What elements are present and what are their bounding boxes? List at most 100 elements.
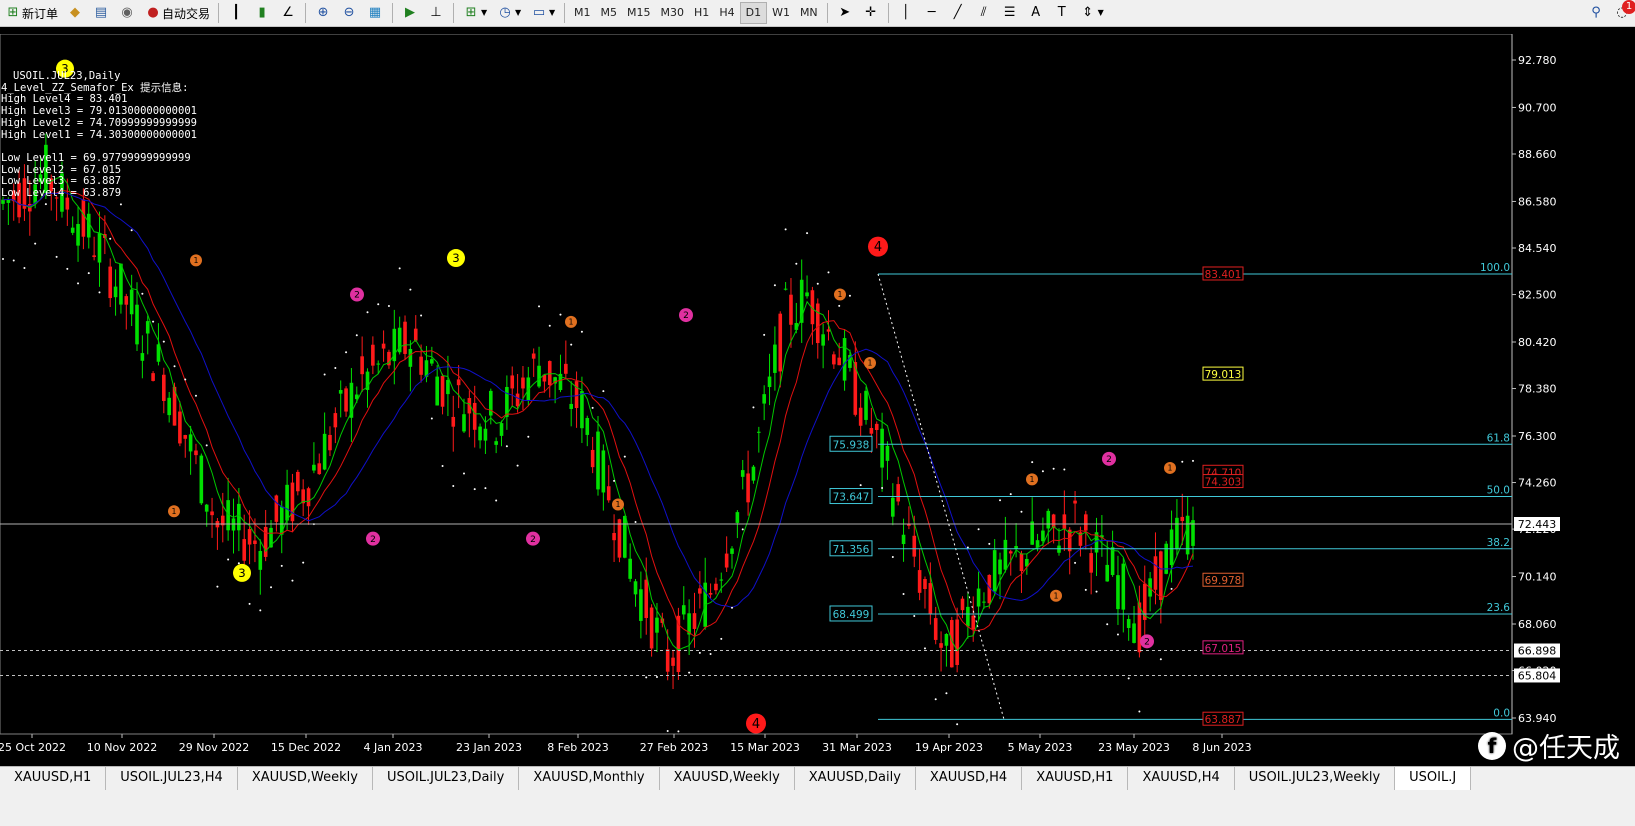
price-axis-label: 63.940 [1518, 712, 1557, 725]
candle-body [488, 390, 493, 416]
semafor-marker-label: 3 [238, 566, 245, 580]
candle-body [789, 294, 793, 325]
zoom-out-button[interactable]: ⊖ [337, 2, 361, 24]
fib-level-pct: 0.0 [1493, 707, 1510, 719]
horizontal-line-button[interactable]: ─ [920, 2, 944, 24]
tile-windows-button[interactable]: ▦ [363, 2, 387, 24]
chart-tab[interactable]: USOIL.J [1395, 767, 1472, 791]
vertical-line-button[interactable]: │ [894, 2, 918, 24]
price-chart[interactable]: 100.0 61.8 50.0 38.2 23.6 0.0 75.938 73.647 71.3… [0, 34, 1575, 768]
chart-tab[interactable]: XAUUSD,H1 [1022, 767, 1129, 791]
timeframe-m15[interactable]: M15 [622, 3, 656, 23]
candle-body [167, 397, 171, 416]
notifications-button[interactable]: ◌ 1 [1610, 0, 1635, 24]
candle-body [842, 338, 847, 381]
timeframe-m5[interactable]: M5 [596, 3, 623, 23]
crosshair-button[interactable]: ✛ [859, 2, 883, 24]
auto-scroll-button[interactable]: ▶ [398, 2, 422, 24]
sar-dot [152, 320, 155, 323]
crosshair-icon: ✛ [865, 5, 877, 20]
fibonacci-button[interactable]: ☰ [998, 2, 1022, 24]
new-order-button[interactable]: ⊞ 新订单 [1, 2, 61, 24]
equidistant-channel-button[interactable]: ⫽ [972, 2, 996, 24]
brand-logo-icon: f [1478, 731, 1506, 760]
candle-body [1121, 563, 1126, 610]
sar-dot [1095, 590, 1098, 593]
search-button[interactable]: ⚲ [1584, 2, 1608, 24]
chart-tab[interactable]: XAUUSD,H4 [1128, 767, 1235, 791]
candle-body [767, 376, 772, 388]
text-button[interactable]: A [1024, 2, 1048, 24]
sar-dot [302, 561, 305, 564]
candle-body [982, 601, 986, 603]
indicators-button[interactable]: ⊞ ▼ [459, 2, 491, 24]
timeframe-m1[interactable]: M1 [569, 3, 596, 23]
sar-dot [881, 487, 884, 490]
chart-tab[interactable]: XAUUSD,Weekly [660, 767, 795, 791]
sar-dot [795, 262, 798, 265]
sar-dot [130, 229, 133, 232]
sar-dot [527, 435, 530, 438]
candle-body [955, 619, 959, 665]
line-chart-button[interactable]: ∠ [276, 2, 300, 24]
timeframe-h4[interactable]: H4 [714, 3, 739, 23]
timeframe-w1[interactable]: W1 [767, 3, 795, 23]
cursor-button[interactable]: ➤ [833, 2, 857, 24]
semafor-price-label: 79.013 [1205, 369, 1242, 381]
candle-body [633, 581, 638, 595]
candle-chart-button[interactable]: ▮ [250, 2, 274, 24]
arrows-button[interactable]: ⇕ ▼ [1076, 2, 1108, 24]
bar-chart-button[interactable]: ┃ [224, 2, 248, 24]
date-axis-label: 8 Feb 2023 [547, 741, 608, 754]
status-bar [0, 790, 1635, 826]
candle-body [129, 289, 134, 315]
chart-tab[interactable]: XAUUSD,Monthly [519, 767, 660, 791]
zoom-in-button[interactable]: ⊕ [311, 2, 335, 24]
navigator-button[interactable]: ◉ [115, 2, 139, 24]
trendline-button[interactable]: ╱ [946, 2, 970, 24]
candle-body [885, 445, 890, 461]
timeframe-mn[interactable]: MN [795, 3, 823, 23]
data-window-button[interactable]: ▤ [89, 2, 113, 24]
auto-trade-button[interactable]: ● 自动交易 [141, 2, 213, 24]
sar-dot [688, 671, 691, 674]
chart-tab[interactable]: XAUUSD,Daily [795, 767, 916, 791]
periods-button[interactable]: ◷ ▼ [493, 2, 525, 24]
fib-level-pct: 61.8 [1487, 432, 1510, 444]
chart-tab[interactable]: XAUUSD,Weekly [238, 767, 373, 791]
folder-icon: ◆ [70, 5, 81, 20]
tile-windows-icon: ▦ [368, 5, 382, 20]
sar-dot [194, 394, 197, 397]
chart-canvas[interactable]: 100.0 61.8 50.0 38.2 23.6 0.0 75.938 73.647 71.3… [0, 34, 1575, 768]
candle-body [462, 414, 466, 432]
candle-body [328, 434, 332, 451]
market-watch-button[interactable]: ◆ [63, 2, 87, 24]
candle-body [917, 570, 922, 593]
chart-tab[interactable]: USOIL.JUL23,H4 [106, 767, 238, 791]
timeframe-h1[interactable]: H1 [689, 3, 714, 23]
semafor-price-label: 63.887 [1205, 714, 1242, 726]
chart-tab[interactable]: USOIL.JUL23,Weekly [1235, 767, 1396, 791]
sar-dot [1031, 461, 1034, 464]
candle-body [1083, 514, 1088, 531]
date-axis-label: 25 Oct 2022 [0, 741, 66, 754]
sar-dot [184, 378, 187, 381]
chart-tab[interactable]: XAUUSD,H1 [0, 767, 107, 791]
chart-tab[interactable]: USOIL.JUL23,Daily [373, 767, 520, 791]
candle-body [880, 428, 884, 468]
templates-button[interactable]: ▭ ▼ [527, 2, 559, 24]
candle-body [1014, 546, 1018, 549]
candle-body [596, 431, 600, 490]
sar-dot [1106, 623, 1109, 626]
sar-dot [945, 692, 948, 695]
timeframe-m30[interactable]: M30 [656, 3, 690, 23]
timeframe-d1[interactable]: D1 [739, 2, 768, 24]
indicator-info: USOIL.JUL23,Daily 4_Level_ZZ_Semafor_Ex 提… [1, 70, 197, 200]
clock-icon: ◷ [499, 5, 511, 20]
chart-tab[interactable]: XAUUSD,H4 [916, 767, 1023, 791]
watermark-text: @任天成 [1512, 733, 1620, 764]
chart-shift-button[interactable]: ⊥ [424, 2, 448, 24]
toolbar-divider [453, 3, 455, 23]
text-label-button[interactable]: T [1050, 2, 1074, 24]
semafor-marker-label: 1 [1030, 475, 1035, 484]
